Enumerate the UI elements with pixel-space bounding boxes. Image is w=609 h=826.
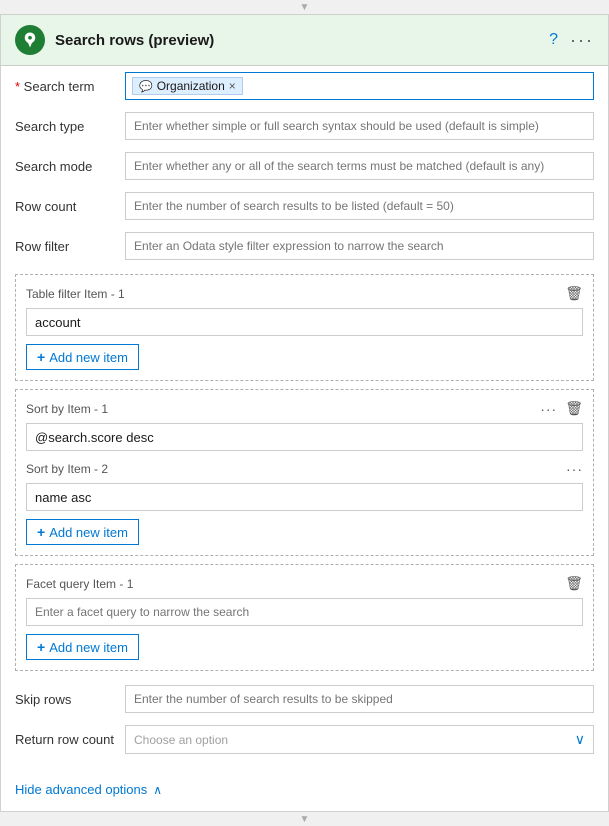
table-filter-delete-icon[interactable]: 🗑	[565, 285, 583, 302]
plus-icon: +	[37, 349, 45, 365]
facet-delete-icon[interactable]: 🗑	[565, 575, 583, 592]
facet-section: Facet query Item - 1 🗑 + Add new item	[15, 564, 594, 671]
form-body: * Search term 💬 Organization × Search ty…	[1, 66, 608, 772]
return-row-count-label: Return row count	[15, 732, 125, 747]
row-count-label: Row count	[15, 199, 125, 214]
facet-title: Facet query Item - 1	[26, 577, 133, 591]
app-logo	[15, 25, 45, 55]
sort-add-button[interactable]: + Add new item	[26, 519, 139, 545]
header-actions: ? ···	[549, 30, 594, 51]
table-filter-add-button[interactable]: + Add new item	[26, 344, 139, 370]
chevron-up-icon: ∧	[153, 783, 162, 797]
sort-item-1-title: Sort by Item - 1	[26, 402, 108, 416]
panel-header: Search rows (preview) ? ···	[1, 15, 608, 66]
table-filter-actions: 🗑	[565, 285, 583, 302]
bottom-connector	[0, 812, 609, 826]
facet-header: Facet query Item - 1 🗑	[26, 575, 583, 592]
token-text: Organization	[157, 79, 225, 93]
sort-item-2-input[interactable]	[26, 483, 583, 511]
search-type-label: Search type	[15, 119, 125, 134]
sort-item-1-actions: ··· 🗑	[540, 400, 583, 417]
help-icon[interactable]: ?	[549, 31, 558, 49]
token-icon: 💬	[139, 80, 153, 93]
return-row-count-placeholder: Choose an option	[134, 733, 228, 747]
search-mode-row: Search mode	[15, 146, 594, 186]
sort-item-1-dots-icon[interactable]: ···	[540, 401, 557, 417]
row-filter-label: Row filter	[15, 239, 125, 254]
chevron-down-icon: ∨	[575, 731, 585, 748]
skip-rows-row: Skip rows	[15, 679, 594, 719]
row-count-input[interactable]	[125, 192, 594, 220]
sort-item-1-delete-icon[interactable]: 🗑	[565, 400, 583, 417]
plus-icon-facet: +	[37, 639, 45, 655]
sort-item-2-title: Sort by Item - 2	[26, 462, 108, 476]
more-icon[interactable]: ···	[570, 30, 594, 51]
facet-add-button[interactable]: + Add new item	[26, 634, 139, 660]
plus-icon-sort: +	[37, 524, 45, 540]
return-row-count-select[interactable]: Choose an option ∨	[125, 725, 594, 754]
search-mode-label: Search mode	[15, 159, 125, 174]
top-connector	[0, 0, 609, 14]
search-type-input[interactable]	[125, 112, 594, 140]
row-filter-input[interactable]	[125, 232, 594, 260]
facet-actions: 🗑	[565, 575, 583, 592]
search-type-row: Search type	[15, 106, 594, 146]
facet-input[interactable]	[26, 598, 583, 626]
search-term-row: * Search term 💬 Organization ×	[15, 66, 594, 106]
search-term-label: * Search term	[15, 79, 125, 94]
table-filter-header: Table filter Item - 1 🗑	[26, 285, 583, 302]
logo-icon	[21, 31, 39, 49]
table-filter-section: Table filter Item - 1 🗑 + Add new item	[15, 274, 594, 381]
sort-item-1-header: Sort by Item - 1 ··· 🗑	[26, 400, 583, 417]
search-rows-panel: Search rows (preview) ? ··· * Search ter…	[0, 14, 609, 812]
facet-add-label: Add new item	[49, 640, 128, 655]
panel-title: Search rows (preview)	[55, 32, 539, 49]
row-filter-row: Row filter	[15, 226, 594, 266]
sort-item-2-actions: ···	[566, 461, 583, 477]
search-term-field[interactable]: 💬 Organization ×	[125, 72, 594, 100]
skip-rows-label: Skip rows	[15, 692, 125, 707]
required-star: *	[15, 79, 24, 94]
table-filter-title: Table filter Item - 1	[26, 287, 125, 301]
sort-add-label: Add new item	[49, 525, 128, 540]
search-mode-input[interactable]	[125, 152, 594, 180]
search-term-token: 💬 Organization ×	[132, 77, 243, 95]
row-count-row: Row count	[15, 186, 594, 226]
token-close-button[interactable]: ×	[229, 79, 236, 93]
return-row-count-row: Return row count Choose an option ∨	[15, 719, 594, 760]
sort-section: Sort by Item - 1 ··· 🗑 Sort by Item - 2 …	[15, 389, 594, 556]
skip-rows-input[interactable]	[125, 685, 594, 713]
hide-advanced-label: Hide advanced options	[15, 782, 147, 797]
sort-item-2-dots-icon[interactable]: ···	[566, 461, 583, 477]
hide-advanced-options[interactable]: Hide advanced options ∧	[1, 772, 608, 811]
sort-item-2-header: Sort by Item - 2 ···	[26, 461, 583, 477]
sort-item-1-input[interactable]	[26, 423, 583, 451]
table-filter-input[interactable]	[26, 308, 583, 336]
add-item-label: Add new item	[49, 350, 128, 365]
